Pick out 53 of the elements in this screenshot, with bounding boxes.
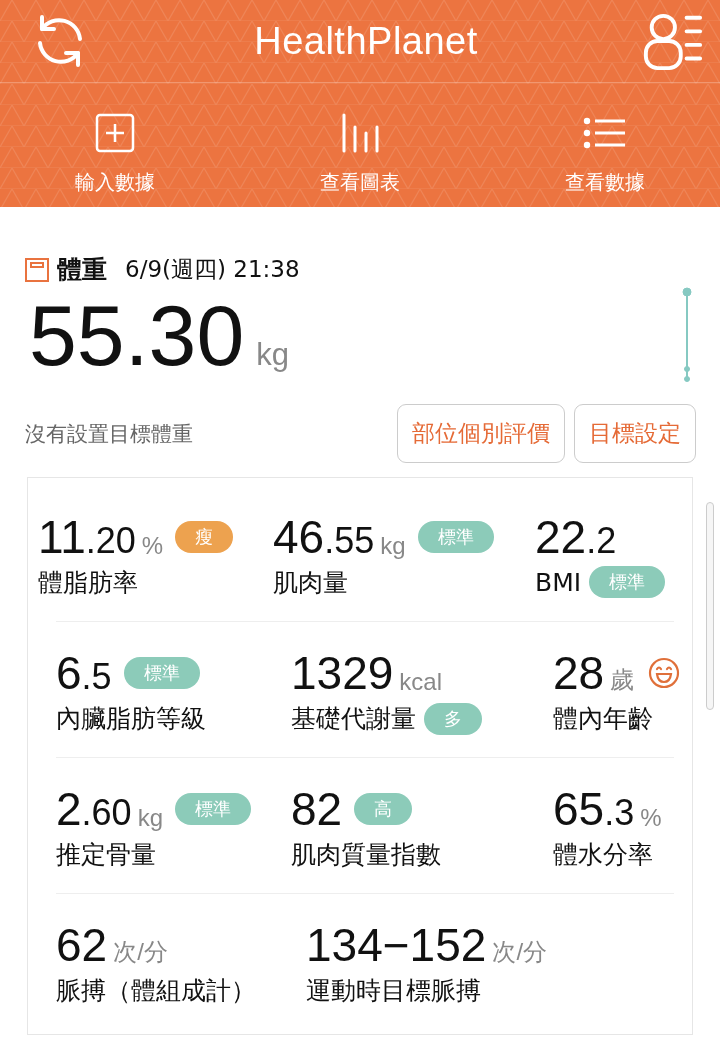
outline-button[interactable]: 部位個別評價 [397, 404, 565, 463]
status-badge: 多 [424, 702, 482, 735]
metric-value: 11.20 [38, 510, 136, 564]
metric-label: BMI [535, 567, 582, 597]
metric-value: 22.2 [535, 510, 617, 564]
outline-button[interactable]: 目標設定 [574, 404, 696, 463]
app-logo: HealthPlanet [254, 19, 478, 63]
bar-chart-icon [340, 113, 380, 153]
metric-unit: 次/分 [113, 937, 168, 967]
metric-value: 65.3 [553, 782, 635, 836]
weight-value: 55.30 [29, 292, 245, 378]
metric-label: 基礎代謝量 [291, 703, 416, 735]
status-badge: 標準 [123, 657, 200, 689]
metric-unit: kg [137, 804, 163, 833]
metric-value: 46.55 [273, 510, 375, 564]
metric-label: 體脂肪率 [38, 567, 138, 599]
status-badge: 高 [354, 793, 413, 825]
metric-value: 2.60 [56, 782, 132, 836]
nav-button[interactable]: 查看圖表 [320, 113, 400, 196]
metric-label: 肌肉量 [273, 567, 348, 599]
metric-label: 內臟脂肪等級 [56, 703, 206, 735]
weight-unit: kg [256, 337, 289, 373]
scrollbar[interactable] [706, 502, 714, 710]
metric-unit: 歲 [610, 665, 635, 695]
nav-button[interactable]: 查看數據 [565, 113, 645, 196]
metric-value: 62 [56, 918, 108, 972]
metric-unit: kcal [399, 668, 443, 697]
status-badge: 標準 [175, 793, 251, 825]
metric-unit: % [640, 804, 662, 833]
smiling-face-icon [648, 657, 681, 689]
metric-label: 推定骨量 [56, 839, 156, 871]
scale-icon [25, 257, 49, 282]
metric-unit: 次/分 [492, 937, 548, 967]
goal-note: 沒有設置目標體重 [25, 420, 193, 448]
weight-title: 體重 [57, 254, 107, 286]
nav-button[interactable]: 輸入數據 [75, 113, 155, 196]
metric-unit: kg [380, 532, 406, 561]
metric-value: 134−152 [306, 918, 487, 972]
metric-value: 28 [553, 646, 605, 700]
metric-label: 體水分率 [553, 839, 653, 871]
metric-label: 體內年齡 [553, 703, 653, 735]
status-badge: 瘦 [175, 521, 234, 553]
measurement-date: 6/9(週四) 21:38 [125, 255, 300, 284]
status-badge: 標準 [589, 566, 666, 598]
metric-unit: % [141, 532, 164, 561]
status-badge: 標準 [417, 521, 494, 553]
metric-value: 6.5 [56, 646, 112, 700]
add-icon [95, 113, 135, 153]
metric-value: 1329 [291, 646, 394, 700]
metric-label: 肌肉質量指數 [291, 839, 441, 871]
metric-value: 82 [291, 782, 343, 836]
metric-label: 脈搏（體組成計） [56, 975, 256, 1007]
metric-label: 運動時目標脈搏 [306, 975, 481, 1007]
